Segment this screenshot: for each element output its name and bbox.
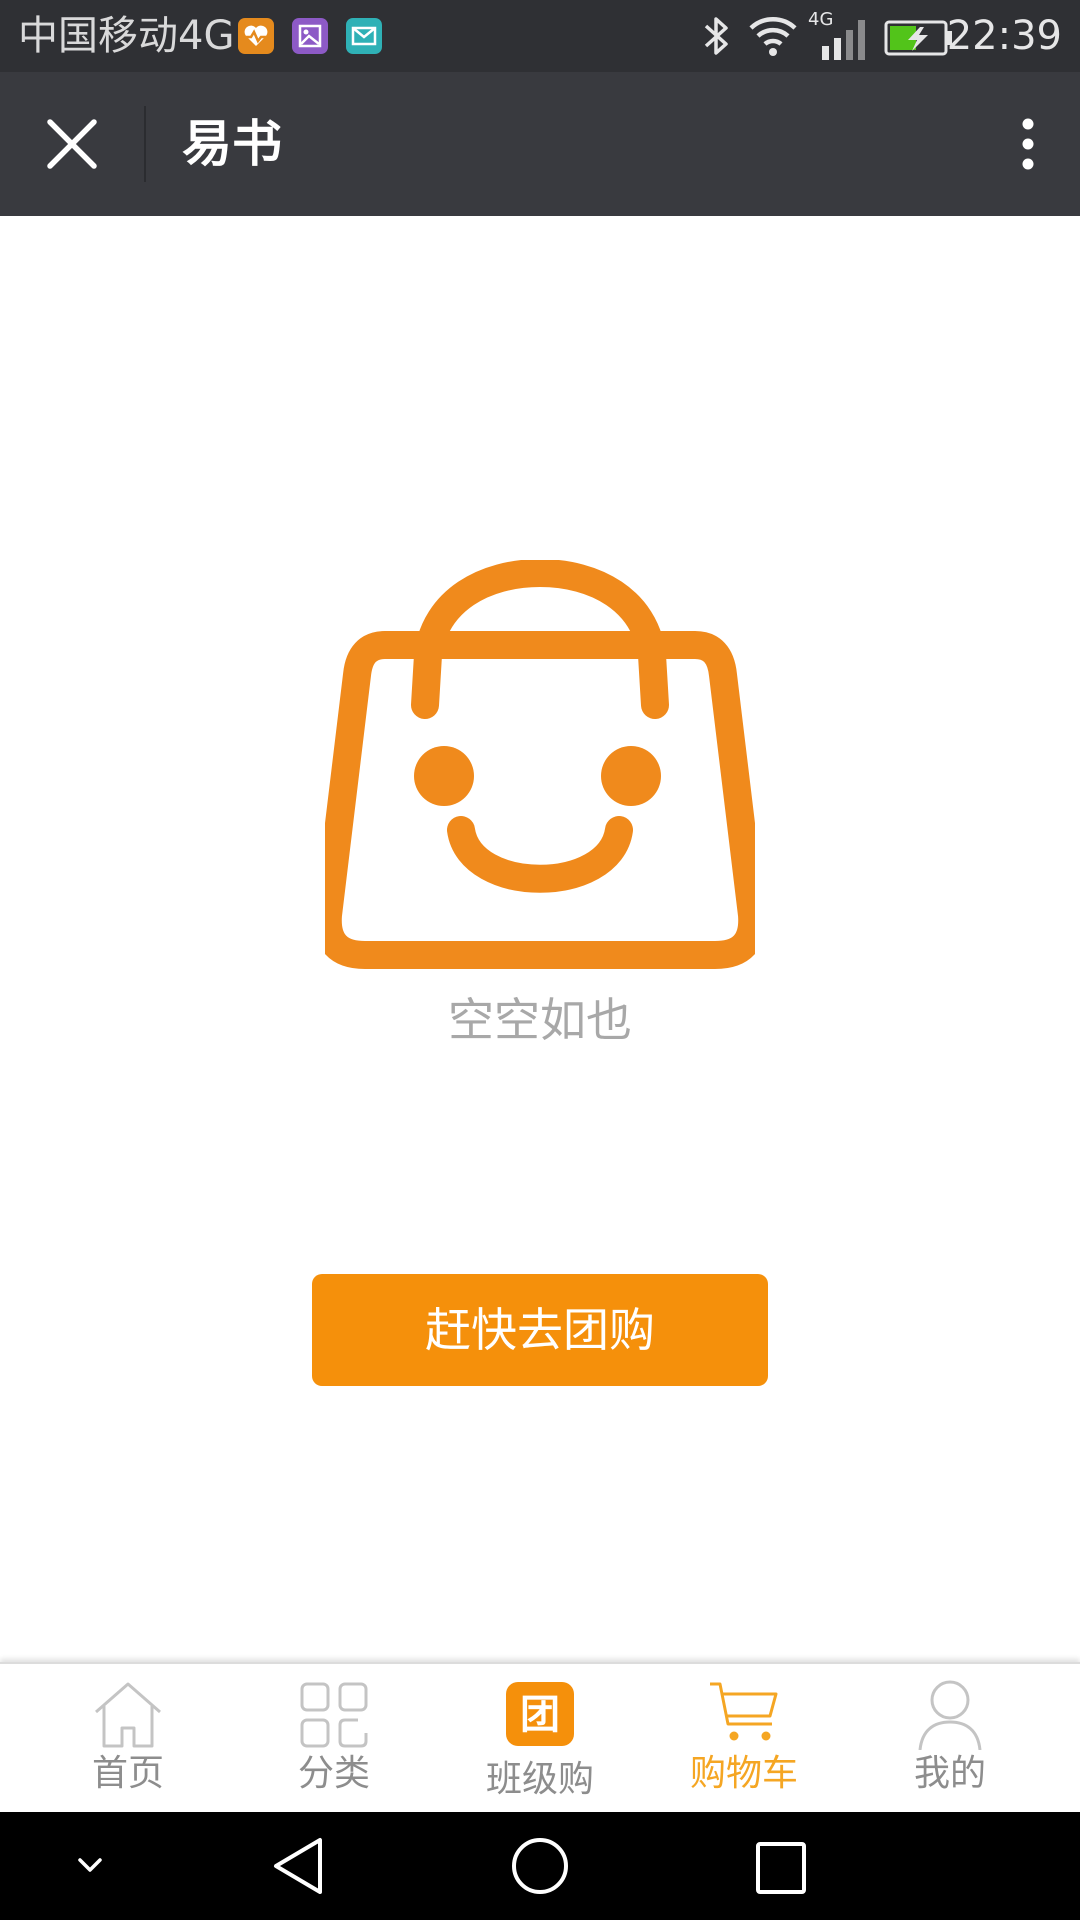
recent-apps-icon <box>756 1842 806 1894</box>
carrier-label: 中国移动4G <box>18 13 235 59</box>
hide-nav-button[interactable] <box>68 1848 112 1888</box>
back-icon <box>274 1838 322 1894</box>
recent-apps-button[interactable] <box>752 1840 808 1900</box>
close-icon <box>47 119 97 169</box>
category-grid-icon <box>300 1682 368 1748</box>
more-vertical-icon <box>1022 118 1034 170</box>
tab-shopping-cart[interactable]: 购物车 <box>644 1664 844 1814</box>
title-bar: 易书 <box>0 72 1080 216</box>
cellular-signal-icon: 4G <box>808 8 870 68</box>
clock: 22:39 <box>946 13 1062 59</box>
health-app-icon <box>238 18 274 54</box>
status-bar: 中国移动4G 4G 22:39 <box>0 0 1080 72</box>
shopping-cart-icon <box>710 1682 778 1741</box>
bottom-tab-bar: 首页 分类 团 班级购 购物车 我的 <box>0 1662 1080 1814</box>
close-button[interactable] <box>32 104 112 184</box>
tab-label: 分类 <box>297 1753 370 1794</box>
tab-me[interactable]: 我的 <box>850 1664 1050 1814</box>
tab-home[interactable]: 首页 <box>28 1664 228 1814</box>
system-nav-bar <box>0 1812 1080 1920</box>
home-circle-icon <box>512 1838 568 1894</box>
wifi-icon <box>748 14 798 62</box>
tab-group-buy[interactable]: 团 班级购 <box>440 1664 640 1814</box>
tab-label: 我的 <box>913 1753 986 1794</box>
mail-app-icon <box>346 18 382 54</box>
gallery-app-icon <box>292 18 328 54</box>
svg-text:团: 团 <box>520 1692 560 1738</box>
bluetooth-icon <box>700 14 734 62</box>
screen: 中国移动4G 4G 22:39 易书 空空如也 赶快去团购 首页 分类 团 班级… <box>0 0 1080 1920</box>
tab-label: 购物车 <box>689 1753 798 1794</box>
svg-text:4G: 4G <box>808 9 833 30</box>
hide-nav-icon <box>78 1858 102 1872</box>
more-options-button[interactable] <box>990 104 1050 184</box>
home-icon <box>95 1682 161 1748</box>
go-group-buy-button[interactable]: 赶快去团购 <box>312 1274 768 1386</box>
smiling-shopping-bag-icon <box>325 560 755 969</box>
empty-cart-message: 空空如也 <box>448 993 632 1047</box>
tab-label: 首页 <box>91 1753 164 1794</box>
user-icon <box>918 1680 982 1750</box>
group-buy-icon: 团 <box>506 1682 574 1746</box>
page-title: 易书 <box>182 115 282 173</box>
tab-label: 班级购 <box>485 1759 594 1800</box>
title-divider <box>144 106 146 182</box>
battery-charging-icon <box>884 20 954 60</box>
home-button[interactable] <box>508 1836 572 1900</box>
tab-category[interactable]: 分类 <box>234 1664 434 1814</box>
back-button[interactable] <box>268 1836 332 1900</box>
